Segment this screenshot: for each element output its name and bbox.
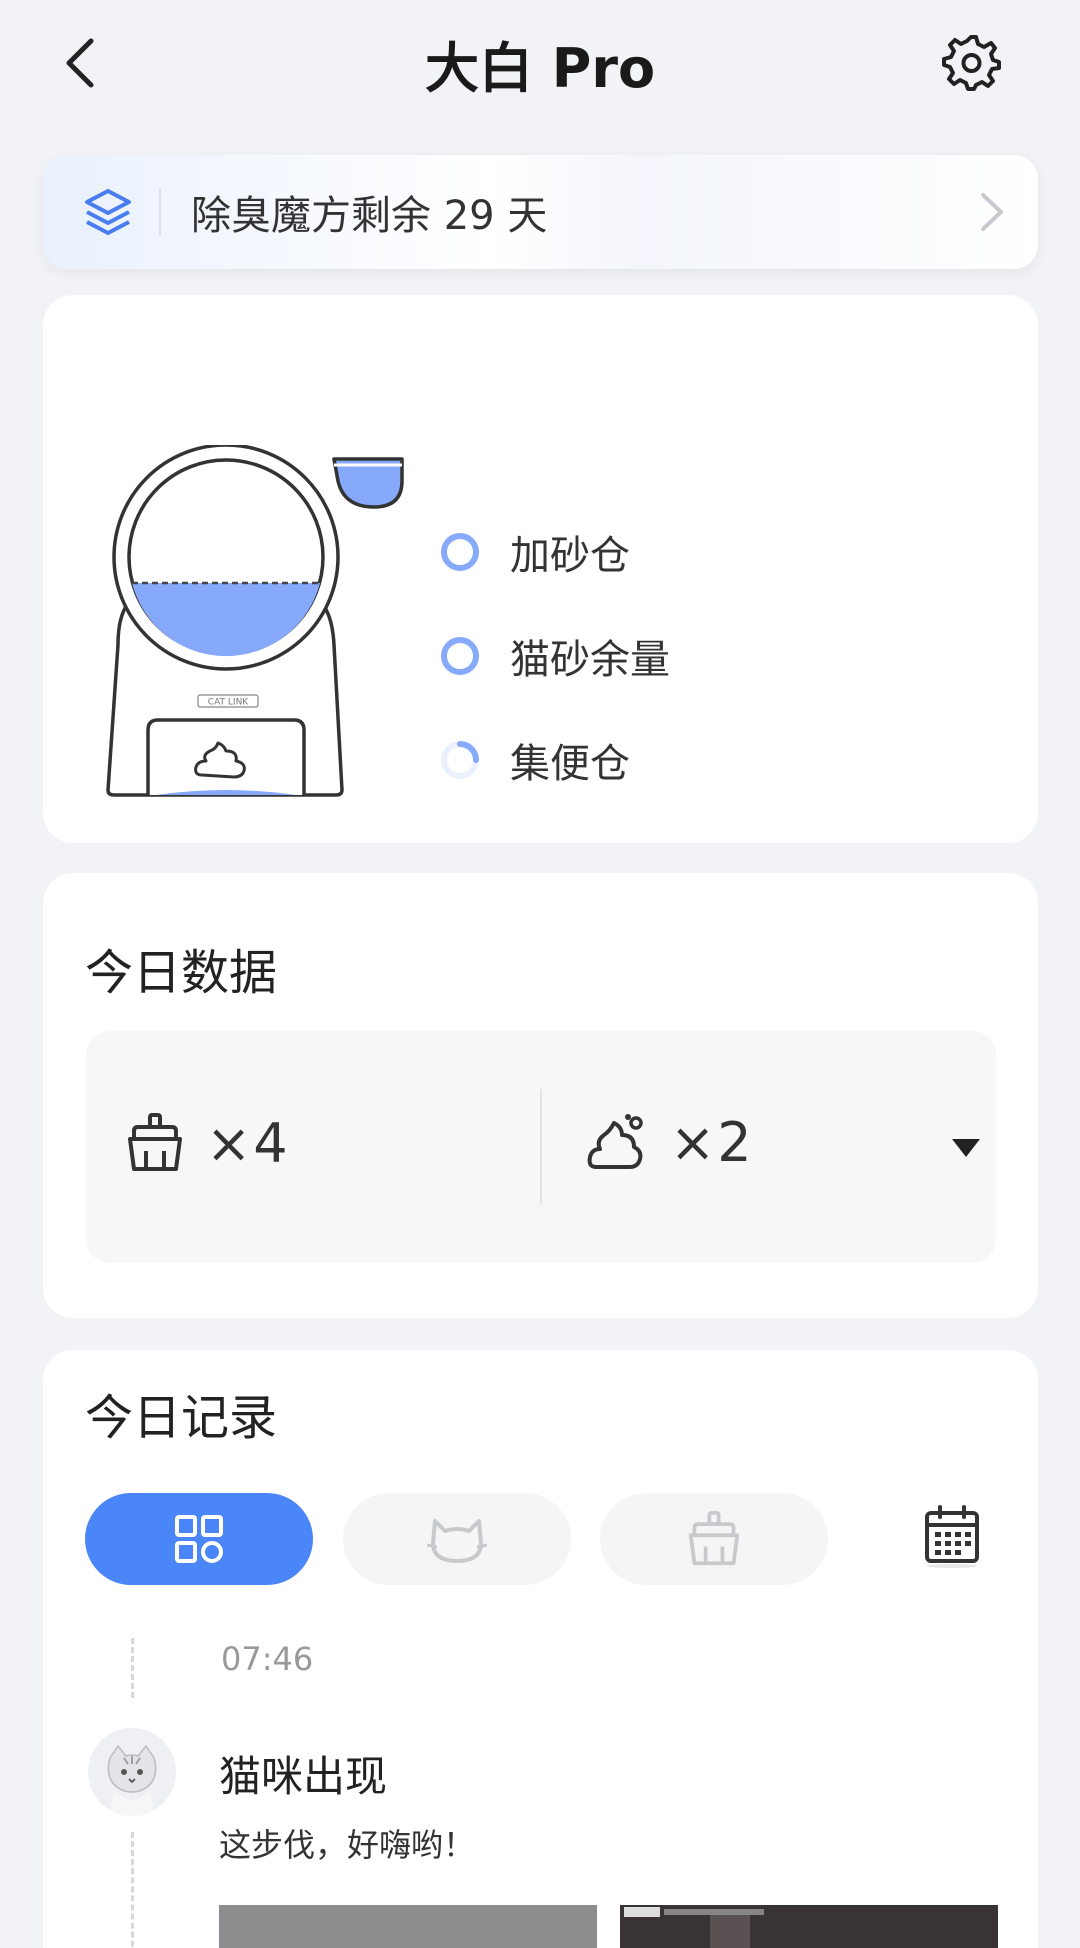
device-status-card: CAT LINK 加砂仓 猫砂余量 集便仓	[43, 295, 1038, 843]
stat-divider	[540, 1089, 542, 1205]
top-bar: 大白 Pro	[0, 0, 1080, 130]
clean-stat: ×4	[126, 1111, 290, 1175]
status-row-waste-bin: 集便仓	[438, 708, 670, 812]
calendar-icon[interactable]	[923, 1503, 981, 1569]
status-label: 加砂仓	[510, 533, 630, 579]
record-photo[interactable]	[620, 1905, 998, 1948]
level-ring-icon	[441, 533, 479, 571]
level-ring-icon	[441, 637, 479, 675]
grid-icon	[175, 1515, 223, 1563]
chevron-right-icon	[981, 193, 1003, 231]
record-description: 这步伐，好嗨哟！	[219, 1826, 476, 1864]
timeline-line	[131, 1638, 134, 1698]
today-data-panel[interactable]: ×4 ×2	[86, 1031, 996, 1263]
tab-cat[interactable]	[343, 1493, 571, 1585]
brush-icon	[128, 1113, 182, 1171]
cat-icon	[427, 1519, 487, 1563]
record-title: 猫咪出现	[219, 1752, 388, 1801]
banner-divider	[159, 189, 161, 235]
gear-icon	[942, 35, 1001, 91]
visit-stat: ×2	[586, 1111, 754, 1174]
timeline-line	[131, 1832, 134, 1948]
today-data-card: 今日数据 ×4 ×2	[43, 873, 1038, 1318]
brand-mark: CAT LINK	[208, 698, 250, 708]
status-row-sand-bin: 加砂仓	[438, 500, 670, 604]
layers-icon	[85, 189, 131, 235]
deodorant-banner[interactable]: 除臭魔方剩余 29 天	[43, 155, 1038, 269]
status-row-sand-remaining: 猫砂余量	[438, 604, 670, 708]
tab-clean[interactable]	[600, 1493, 828, 1585]
poop-icon	[587, 1113, 643, 1169]
record-time: 07:46	[221, 1640, 314, 1678]
level-ring-partial-icon	[441, 741, 479, 779]
cat-avatar-image	[88, 1728, 176, 1816]
deodorant-remaining-text: 除臭魔方剩余 29 天	[191, 193, 548, 239]
record-photo[interactable]	[219, 1905, 597, 1948]
caret-down-icon[interactable]	[946, 1131, 986, 1165]
record-photo-image	[219, 1905, 597, 1948]
page-title: 大白 Pro	[424, 37, 656, 100]
litter-box-illustration: CAT LINK	[106, 445, 404, 797]
cat-avatar[interactable]	[88, 1728, 176, 1816]
settings-button[interactable]	[940, 32, 1002, 94]
brush-icon	[688, 1511, 740, 1566]
status-list: 加砂仓 猫砂余量 集便仓	[438, 500, 670, 812]
status-label: 集便仓	[510, 741, 630, 787]
record-photo-image	[620, 1905, 998, 1948]
clean-count: ×4	[206, 1111, 290, 1175]
today-records-card: 今日记录 07:46 猫咪出现 这步伐，好嗨哟！	[43, 1350, 1038, 1948]
section-title: 今日数据	[85, 945, 278, 1001]
tab-all[interactable]	[85, 1493, 313, 1585]
visit-count: ×2	[670, 1111, 754, 1174]
section-title: 今日记录	[85, 1390, 278, 1446]
status-label: 猫砂余量	[510, 637, 670, 683]
